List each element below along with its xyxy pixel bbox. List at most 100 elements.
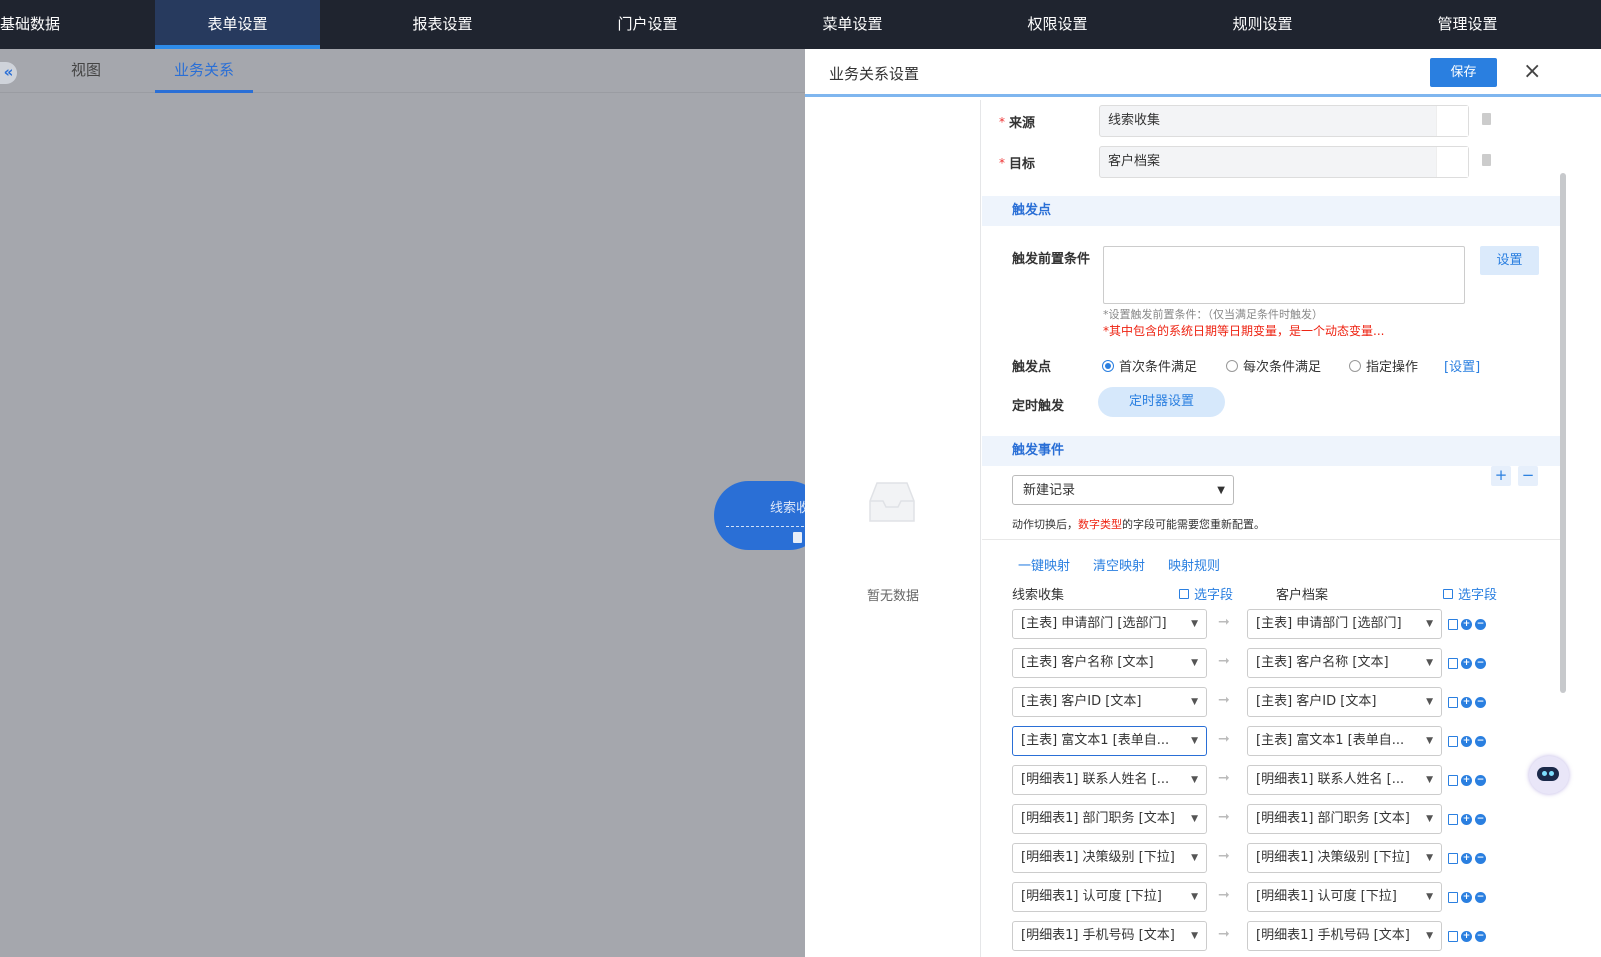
chevron-down-icon: ▼ (1426, 853, 1433, 863)
nav-rule-settings[interactable]: 规则设置 (1180, 0, 1345, 49)
panel-header: 业务关系设置 保存 × (805, 49, 1601, 97)
nav-form-settings[interactable]: 表单设置 (155, 0, 320, 49)
source-field-select[interactable]: [明细表1] 联系人姓名 [... ▼ (1012, 765, 1207, 795)
required-mark: * (999, 156, 1005, 170)
copy-icon[interactable] (1448, 931, 1458, 942)
add-row-icon[interactable]: + (1461, 697, 1472, 708)
arrow-right-icon: ➞ (1218, 926, 1230, 942)
target-field-select[interactable]: [主表] 富文本1 [表单自... ▼ (1247, 726, 1442, 756)
tab-business-relation[interactable]: 业务关系 (155, 49, 253, 93)
add-row-icon[interactable]: + (1461, 931, 1472, 942)
radio-checked-icon (1102, 360, 1114, 372)
source-field-value: [主表] 富文本1 [表单自... (1021, 733, 1170, 748)
source-field-select[interactable]: [明细表1] 决策级别 [下拉] ▼ (1012, 843, 1207, 873)
timer-settings-button[interactable]: 定时器设置 (1098, 387, 1225, 417)
source-field-select[interactable]: [主表] 客户名称 [文本] ▼ (1012, 648, 1207, 678)
remove-row-icon[interactable]: − (1475, 658, 1486, 669)
assistant-bot-icon[interactable] (1529, 756, 1569, 794)
add-row-icon[interactable]: + (1461, 736, 1472, 747)
nav-report-settings[interactable]: 报表设置 (360, 0, 525, 49)
target-label: 目标 (1009, 157, 1036, 172)
close-icon[interactable]: × (1523, 60, 1541, 84)
source-pick-field[interactable]: 选字段 (1179, 584, 1233, 603)
nav-menu-settings[interactable]: 菜单设置 (770, 0, 935, 49)
map-rules-link[interactable]: 映射规则 (1168, 555, 1220, 574)
remove-row-icon[interactable]: − (1475, 931, 1486, 942)
trigger-settings-link[interactable]: [设置] (1444, 356, 1480, 375)
target-column-header: 客户档案 (1276, 588, 1329, 603)
precondition-set-button[interactable]: 设置 (1480, 246, 1539, 275)
source-field-select[interactable]: [明细表1] 部门职务 [文本] ▼ (1012, 804, 1207, 834)
nav-permission-settings[interactable]: 权限设置 (975, 0, 1140, 49)
target-field-select[interactable]: [主表] 申请部门 [选部门] ▼ (1247, 609, 1442, 639)
clipboard-icon[interactable] (1482, 154, 1491, 166)
nav-portal-settings[interactable]: 门户设置 (565, 0, 730, 49)
row-actions: + − (1448, 890, 1489, 905)
tab-view[interactable]: 视图 (56, 49, 116, 93)
radio-specified-action[interactable]: 指定操作 (1349, 356, 1418, 375)
panel-title: 业务关系设置 (829, 65, 920, 83)
radio-every-match[interactable]: 每次条件满足 (1226, 356, 1321, 375)
precondition-hint: *设置触发前置条件：（仅当满足条件时触发） (1103, 308, 1323, 321)
nav-basic-data[interactable]: 基础数据 (0, 0, 82, 49)
clipboard-icon[interactable] (1482, 113, 1491, 125)
remove-icon[interactable]: − (1518, 466, 1538, 486)
source-field-select[interactable]: [明细表1] 认可度 [下拉] ▼ (1012, 882, 1207, 912)
event-select[interactable]: 新建记录 ▼ (1012, 475, 1234, 505)
target-pick-field[interactable]: 选字段 (1443, 584, 1497, 603)
radio-first-match[interactable]: 首次条件满足 (1102, 356, 1197, 375)
pick-field-label: 选字段 (1194, 588, 1234, 603)
add-row-icon[interactable]: + (1461, 853, 1472, 864)
add-row-icon[interactable]: + (1461, 658, 1472, 669)
copy-icon[interactable] (1448, 775, 1458, 786)
source-field-select[interactable]: [明细表1] 手机号码 [文本] ▼ (1012, 921, 1207, 951)
copy-icon[interactable] (1448, 658, 1458, 669)
target-field-value: [主表] 富文本1 [表单自... (1256, 733, 1405, 748)
target-field-select[interactable]: [明细表1] 部门职务 [文本] ▼ (1247, 804, 1442, 834)
remove-row-icon[interactable]: − (1475, 814, 1486, 825)
add-icon[interactable]: + (1491, 466, 1511, 486)
add-row-icon[interactable]: + (1461, 892, 1472, 903)
target-field-select[interactable]: [明细表1] 联系人姓名 [... ▼ (1247, 765, 1442, 795)
source-field-select[interactable]: [主表] 富文本1 [表单自... ▼ (1012, 726, 1207, 756)
source-field-value: [明细表1] 联系人姓名 [... (1021, 772, 1170, 787)
nav-admin-settings[interactable]: 管理设置 (1385, 0, 1550, 49)
source-field-select[interactable]: [主表] 申请部门 [选部门] ▼ (1012, 609, 1207, 639)
scrollbar[interactable] (1560, 173, 1566, 693)
precondition-textarea[interactable] (1103, 246, 1465, 304)
arrow-right-icon: ➞ (1218, 848, 1230, 864)
copy-icon[interactable] (1448, 853, 1458, 864)
remove-row-icon[interactable]: − (1475, 892, 1486, 903)
remove-row-icon[interactable]: − (1475, 853, 1486, 864)
auto-map-link[interactable]: 一键映射 (1018, 555, 1070, 574)
copy-icon[interactable] (1448, 892, 1458, 903)
source-label: 来源 (1009, 116, 1036, 131)
copy-icon[interactable] (1448, 697, 1458, 708)
row-actions: + − (1448, 695, 1489, 710)
target-field-select[interactable]: [明细表1] 认可度 [下拉] ▼ (1247, 882, 1442, 912)
target-field-select[interactable]: [主表] 客户名称 [文本] ▼ (1247, 648, 1442, 678)
source-field-value: [明细表1] 决策级别 [下拉] (1021, 850, 1175, 865)
arrow-right-icon: ➞ (1218, 614, 1230, 630)
copy-icon[interactable] (1448, 814, 1458, 825)
required-mark: * (999, 115, 1005, 129)
add-row-icon[interactable]: + (1461, 619, 1472, 630)
clear-map-link[interactable]: 清空映射 (1093, 555, 1145, 574)
remove-row-icon[interactable]: − (1475, 697, 1486, 708)
remove-row-icon[interactable]: − (1475, 736, 1486, 747)
target-field-select[interactable]: [明细表1] 决策级别 [下拉] ▼ (1247, 843, 1442, 873)
source-field-select[interactable]: [主表] 客户ID [文本] ▼ (1012, 687, 1207, 717)
copy-icon[interactable] (1448, 619, 1458, 630)
target-field-select[interactable]: [明细表1] 手机号码 [文本] ▼ (1247, 921, 1442, 951)
remove-row-icon[interactable]: − (1475, 775, 1486, 786)
add-row-icon[interactable]: + (1461, 814, 1472, 825)
add-row-icon[interactable]: + (1461, 775, 1472, 786)
save-button[interactable]: 保存 (1430, 58, 1497, 87)
target-field-value: [明细表1] 认可度 [下拉] (1256, 889, 1397, 904)
target-field-select[interactable]: [主表] 客户ID [文本] ▼ (1247, 687, 1442, 717)
event-select-value: 新建记录 (1023, 483, 1076, 498)
row-actions: + − (1448, 773, 1489, 788)
source-field-value: [主表] 申请部门 [选部门] (1021, 616, 1167, 631)
remove-row-icon[interactable]: − (1475, 619, 1486, 630)
copy-icon[interactable] (1448, 736, 1458, 747)
